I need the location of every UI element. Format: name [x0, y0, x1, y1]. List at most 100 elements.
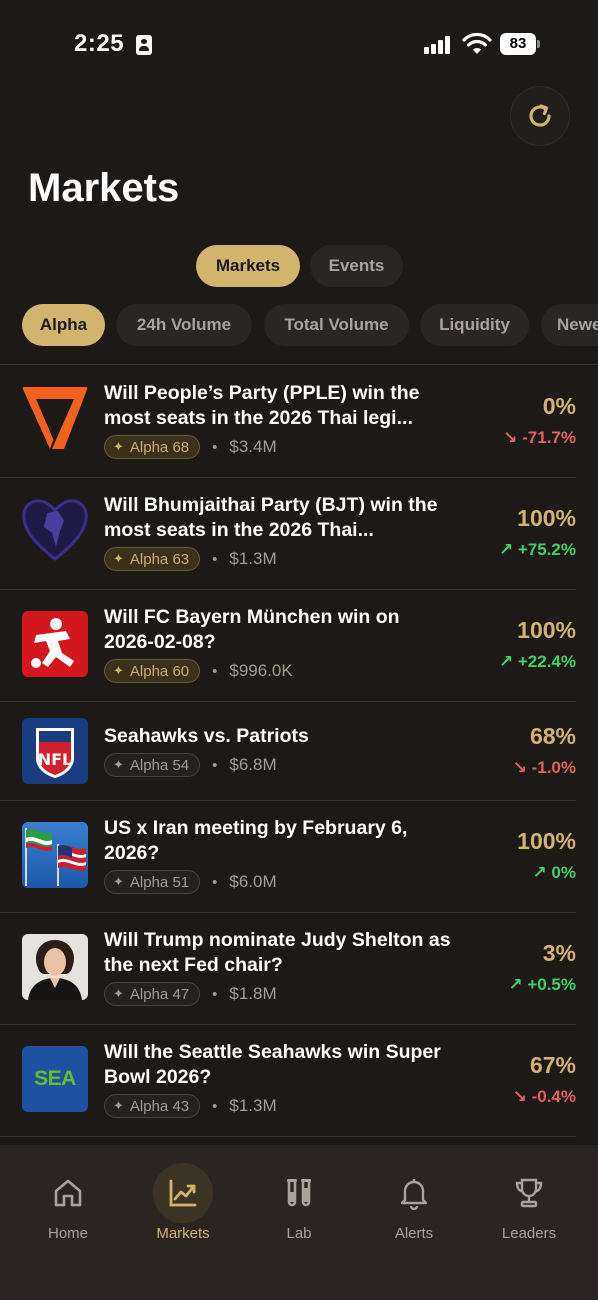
sparkle-icon: ✦ — [113, 663, 124, 678]
arrow-up-right-icon: ↗ — [508, 975, 523, 994]
filter-total-volume[interactable]: Total Volume — [264, 304, 409, 346]
alpha-badge: ✦ Alpha 68 — [104, 435, 201, 459]
alpha-badge: ✦ Alpha 51 — [104, 870, 201, 894]
market-change: ↘ -71.7% — [503, 428, 576, 447]
refresh-button[interactable] — [510, 86, 570, 146]
arrow-down-right-icon: ↘ — [503, 428, 518, 447]
market-question: Will People’s Party (PPLE) win the most … — [104, 382, 420, 429]
market-question: Will FC Bayern München win on 2026-02-08… — [104, 606, 400, 653]
market-change: ↗ +75.2% — [498, 540, 576, 559]
market-row[interactable]: NFL Seahawks vs. Patriots ✦ Alpha 54 • $6… — [0, 701, 598, 801]
market-list: Will People’s Party (PPLE) win the most … — [0, 365, 598, 1137]
sparkle-icon: ✦ — [113, 1098, 124, 1113]
filter-alpha[interactable]: Alpha — [22, 304, 105, 346]
segment-events[interactable]: Events — [310, 245, 403, 287]
market-percent: 100% — [517, 617, 576, 643]
id-card-icon — [136, 35, 152, 55]
nfl-logo-icon: NFL — [22, 718, 88, 784]
market-volume: $1.3M — [229, 549, 277, 568]
market-volume: $6.0M — [229, 872, 277, 891]
bundesliga-logo-icon — [22, 611, 88, 677]
market-volume: $3.4M — [229, 437, 277, 456]
segment-markets[interactable]: Markets — [196, 245, 300, 287]
refresh-icon — [529, 104, 551, 127]
alpha-badge: ✦ Alpha 63 — [104, 547, 201, 571]
market-row[interactable]: Will Bhumjaithai Party (BJT) win the mos… — [0, 477, 598, 590]
market-meta: ✦ Alpha 63 • $1.3M — [104, 547, 277, 571]
sea-logo-text: SEA — [34, 1067, 76, 1090]
sparkle-icon: ✦ — [113, 986, 124, 1001]
market-volume: $6.8M — [229, 755, 277, 774]
market-meta: ✦ Alpha 54 • $6.8M — [104, 753, 277, 777]
filter-24h-volume[interactable]: 24h Volume — [116, 304, 252, 346]
market-volume: $996.0K — [229, 661, 293, 680]
alpha-badge: ✦ Alpha 60 — [104, 659, 201, 683]
market-percent: 3% — [542, 940, 576, 966]
market-row[interactable]: US x Iran meeting by February 6, 2026? ✦… — [0, 800, 598, 913]
alpha-badge: ✦ Alpha 43 — [104, 1094, 201, 1118]
tab-lab[interactable]: Lab — [244, 1145, 354, 1255]
tab-home[interactable]: Home — [13, 1145, 123, 1255]
bottom-tab-bar: Home Markets Lab Alerts Leaders — [0, 1145, 598, 1300]
filter-newest[interactable]: Newe — [541, 304, 598, 346]
market-percent: 100% — [517, 828, 576, 854]
arrow-up-right-icon: ↗ — [498, 540, 514, 559]
market-change: ↗ +22.4% — [498, 652, 576, 671]
arrow-up-right-icon: ↗ — [498, 652, 514, 671]
alpha-badge: ✦ Alpha 47 — [104, 982, 201, 1006]
market-percent: 0% — [542, 393, 576, 419]
wifi-icon — [462, 32, 492, 54]
market-question: Will the Seattle Seahawks win Super Bowl… — [104, 1041, 441, 1088]
market-volume: $1.3M — [229, 1096, 277, 1115]
sparkle-icon: ✦ — [113, 874, 124, 889]
market-percent: 68% — [529, 723, 576, 749]
market-percent: 100% — [517, 505, 576, 531]
sort-filter-row: Alpha 24h Volume Total Volume Liquidity … — [0, 304, 598, 348]
tab-label: Markets — [156, 1225, 210, 1242]
alpha-badge: ✦ Alpha 54 — [104, 753, 201, 777]
tab-label: Home — [47, 1225, 88, 1242]
market-row[interactable]: Will People’s Party (PPLE) win the most … — [0, 365, 598, 478]
people-party-logo-icon — [22, 385, 88, 451]
tab-markets[interactable]: Markets — [128, 1145, 238, 1255]
market-percent: 67% — [529, 1052, 576, 1078]
market-question: US x Iran meeting by February 6, 2026? — [104, 817, 408, 864]
market-meta: ✦ Alpha 60 • $996.0K — [104, 659, 293, 683]
status-time: 2:25 — [74, 30, 125, 57]
sparkle-icon: ✦ — [113, 439, 124, 454]
tab-alerts[interactable]: Alerts — [359, 1145, 469, 1255]
tab-leaders[interactable]: Leaders — [474, 1145, 584, 1255]
filter-liquidity[interactable]: Liquidity — [420, 304, 529, 346]
portrait-photo-icon — [22, 934, 88, 1000]
bhumjaithai-logo-icon — [22, 497, 88, 563]
cellular-signal-icon — [424, 36, 452, 54]
status-bar: 2:25 83 — [0, 0, 598, 90]
tab-label: Leaders — [501, 1225, 557, 1242]
chart-icon — [169, 1179, 197, 1207]
battery-level: 83 — [500, 33, 536, 55]
market-meta: ✦ Alpha 43 • $1.3M — [104, 1094, 277, 1118]
home-icon — [54, 1179, 82, 1207]
battery-icon: 83 — [500, 33, 540, 55]
market-change: ↗ 0% — [532, 863, 576, 882]
market-change: ↗ +0.5% — [508, 975, 576, 994]
market-change: ↘ -0.4% — [512, 1087, 576, 1106]
page-title: Markets — [28, 166, 180, 210]
sparkle-icon: ✦ — [113, 757, 124, 772]
sparkle-icon: ✦ — [113, 551, 124, 566]
trophy-icon — [515, 1178, 543, 1208]
sea-logo-icon: SEA — [22, 1046, 88, 1112]
market-row[interactable]: Will Trump nominate Judy Shelton as the … — [0, 912, 598, 1025]
tab-label: Lab — [286, 1225, 312, 1242]
market-row[interactable]: Will FC Bayern München win on 2026-02-08… — [0, 589, 598, 702]
market-row[interactable]: SEA Will the Seattle Seahawks win Super … — [0, 1024, 598, 1137]
arrow-up-right-icon: ↗ — [532, 863, 547, 882]
market-question: Will Trump nominate Judy Shelton as the … — [104, 929, 451, 976]
market-meta: ✦ Alpha 68 • $3.4M — [104, 435, 277, 459]
market-change: ↘ -1.0% — [512, 758, 576, 777]
bell-icon — [400, 1179, 428, 1210]
market-question: Will Bhumjaithai Party (BJT) win the mos… — [104, 494, 438, 541]
flags-photo-icon — [22, 822, 88, 888]
market-question: Seahawks vs. Patriots — [104, 725, 309, 747]
market-meta: ✦ Alpha 51 • $6.0M — [104, 870, 277, 894]
